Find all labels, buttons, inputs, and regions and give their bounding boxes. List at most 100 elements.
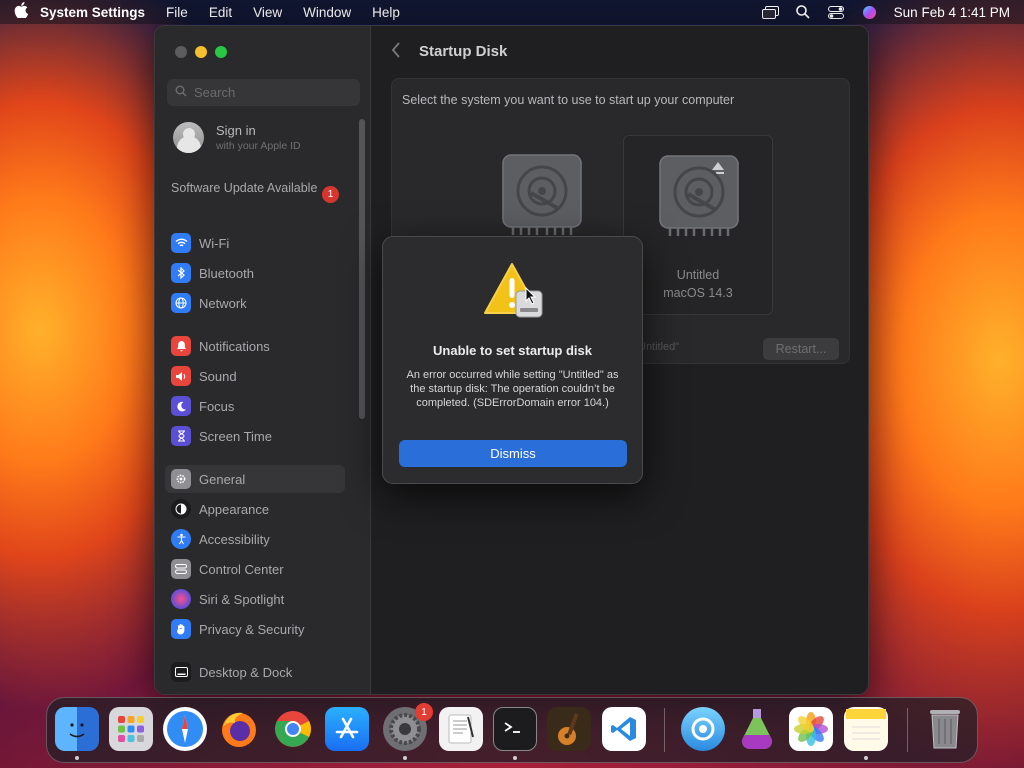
sidebar-item-control-center[interactable]: Control Center — [165, 555, 345, 583]
garageband-icon[interactable] — [547, 707, 591, 751]
speaker-icon — [171, 366, 191, 386]
minimize-button[interactable] — [195, 46, 207, 58]
close-button[interactable] — [175, 46, 187, 58]
wifi-icon — [171, 233, 191, 253]
menu-file[interactable]: File — [166, 5, 188, 20]
startup-status-text: Untitled" — [638, 341, 680, 353]
notes-running-indicator — [864, 756, 868, 760]
sidebar-item-label: Wi-Fi — [199, 235, 230, 251]
utility-icon[interactable] — [681, 707, 725, 751]
sidebar-search[interactable] — [167, 79, 360, 106]
chrome-icon[interactable] — [271, 707, 315, 751]
sidebar-item-screen-time[interactable]: Screen Time — [165, 422, 345, 450]
notes-icon[interactable] — [844, 707, 888, 751]
error-alert-dialog: Unable to set startup disk An error occu… — [382, 236, 643, 484]
sidebar-item-label: Desktop & Dock — [199, 664, 293, 680]
textedit-icon[interactable] — [439, 707, 483, 751]
safari-icon[interactable] — [163, 707, 207, 751]
system-settings-icon[interactable]: 1 — [383, 703, 433, 751]
sidebar-item-wifi[interactable]: Wi-Fi — [165, 229, 345, 257]
dock-separator — [664, 708, 665, 752]
sidebar-item-label: Network — [199, 295, 247, 311]
sidebar-item-label: Accessibility — [199, 531, 270, 547]
back-chevron-icon[interactable] — [391, 42, 401, 64]
menu-help[interactable]: Help — [372, 5, 400, 20]
settings-badge: 1 — [415, 703, 433, 721]
finder-running-indicator — [75, 756, 79, 760]
finder-icon[interactable] — [55, 707, 99, 751]
window-controls — [175, 46, 227, 58]
dock-icon — [171, 662, 191, 682]
hard-drive-icon — [659, 155, 739, 236]
search-icon — [175, 85, 187, 100]
menu-edit[interactable]: Edit — [209, 5, 232, 20]
sidebar-item-label: Screen Time — [199, 428, 272, 444]
moon-icon — [171, 396, 191, 416]
sidebar-item-label: Sound — [199, 368, 237, 384]
siri-spotlight-icon — [171, 589, 191, 609]
launchpad-icon[interactable] — [109, 707, 153, 751]
appearance-icon — [171, 499, 191, 519]
sidebar-item-label: General — [199, 471, 246, 487]
flask-app-icon[interactable] — [735, 707, 779, 751]
disk-name: Untitled — [676, 268, 720, 282]
globe-icon — [171, 293, 191, 313]
dialog-title: Unable to set startup disk — [433, 343, 592, 358]
software-update-label: Software Update Available — [171, 181, 318, 195]
sidebar-item-focus[interactable]: Focus — [165, 392, 345, 420]
sidebar-item-label: Focus — [199, 398, 235, 414]
accessibility-icon — [171, 529, 191, 549]
menu-clock[interactable]: Sun Feb 4 1:41 PM — [894, 5, 1010, 20]
sidebar-item-sound[interactable]: Sound — [165, 362, 345, 390]
menu-window[interactable]: Window — [303, 5, 351, 20]
bluetooth-icon — [171, 263, 191, 283]
menu-app-name[interactable]: System Settings — [40, 5, 145, 20]
avatar — [173, 122, 204, 153]
menu-view[interactable]: View — [253, 5, 282, 20]
menu-bar: System Settings File Edit View Window He… — [0, 0, 1024, 24]
sidebar-item-label: Bluetooth — [199, 265, 254, 281]
page-title: Startup Disk — [419, 43, 508, 60]
dialog-message: An error occurred while setting "Untitle… — [406, 369, 619, 409]
apple-id-account[interactable]: Sign in with your Apple ID — [173, 122, 301, 153]
sidebar-item-label: Siri & Spotlight — [199, 591, 285, 607]
dock: 1 — [46, 697, 978, 763]
sidebar-item-appearance[interactable]: Appearance — [165, 495, 345, 523]
search-input[interactable] — [194, 85, 344, 100]
photos-icon[interactable] — [789, 707, 833, 751]
firefox-icon[interactable] — [217, 707, 261, 751]
update-badge: 1 — [322, 186, 339, 203]
sidebar-item-network[interactable]: Network — [165, 289, 345, 317]
sidebar-item-privacy-security[interactable]: Privacy & Security — [165, 615, 345, 643]
apple-menu-icon[interactable] — [14, 2, 40, 22]
sidebar: Sign in with your Apple ID Software Upda… — [155, 26, 371, 694]
sidebar-item-label: Notifications — [199, 338, 270, 354]
siri-icon[interactable] — [861, 5, 878, 19]
trash-icon[interactable] — [923, 707, 967, 751]
terminal-icon[interactable] — [493, 707, 537, 751]
control-center-toggle-icon[interactable] — [828, 5, 845, 19]
sidebar-item-siri-spotlight[interactable]: Siri & Spotlight — [165, 585, 345, 613]
sidebar-item-accessibility[interactable]: Accessibility — [165, 525, 345, 553]
bell-icon — [171, 336, 191, 356]
zoom-button[interactable] — [215, 46, 227, 58]
restart-button[interactable]: Restart... — [763, 338, 839, 360]
terminal-running-indicator — [513, 756, 517, 760]
startup-disk-option-untitled[interactable]: Untitled macOS 14.3 — [623, 135, 773, 315]
app-store-icon[interactable] — [325, 707, 369, 751]
vscode-icon[interactable] — [602, 707, 646, 751]
sidebar-scrollbar[interactable] — [359, 119, 365, 419]
dock-separator — [907, 708, 908, 752]
sidebar-item-bluetooth[interactable]: Bluetooth — [165, 259, 345, 287]
account-subtitle: with your Apple ID — [216, 140, 301, 152]
sidebar-item-notifications[interactable]: Notifications — [165, 332, 345, 360]
software-update-item[interactable]: Software Update Available 1 — [171, 180, 339, 203]
screen-mirroring-icon[interactable] — [761, 5, 779, 19]
spotlight-search-icon[interactable] — [795, 5, 812, 19]
gear-icon — [171, 469, 191, 489]
account-name: Sign in — [216, 123, 256, 138]
dismiss-button[interactable]: Dismiss — [399, 440, 627, 467]
sidebar-item-general[interactable]: General — [165, 465, 345, 493]
sidebar-item-label: Privacy & Security — [199, 621, 305, 637]
sidebar-item-desktop-dock[interactable]: Desktop & Dock — [165, 658, 345, 686]
